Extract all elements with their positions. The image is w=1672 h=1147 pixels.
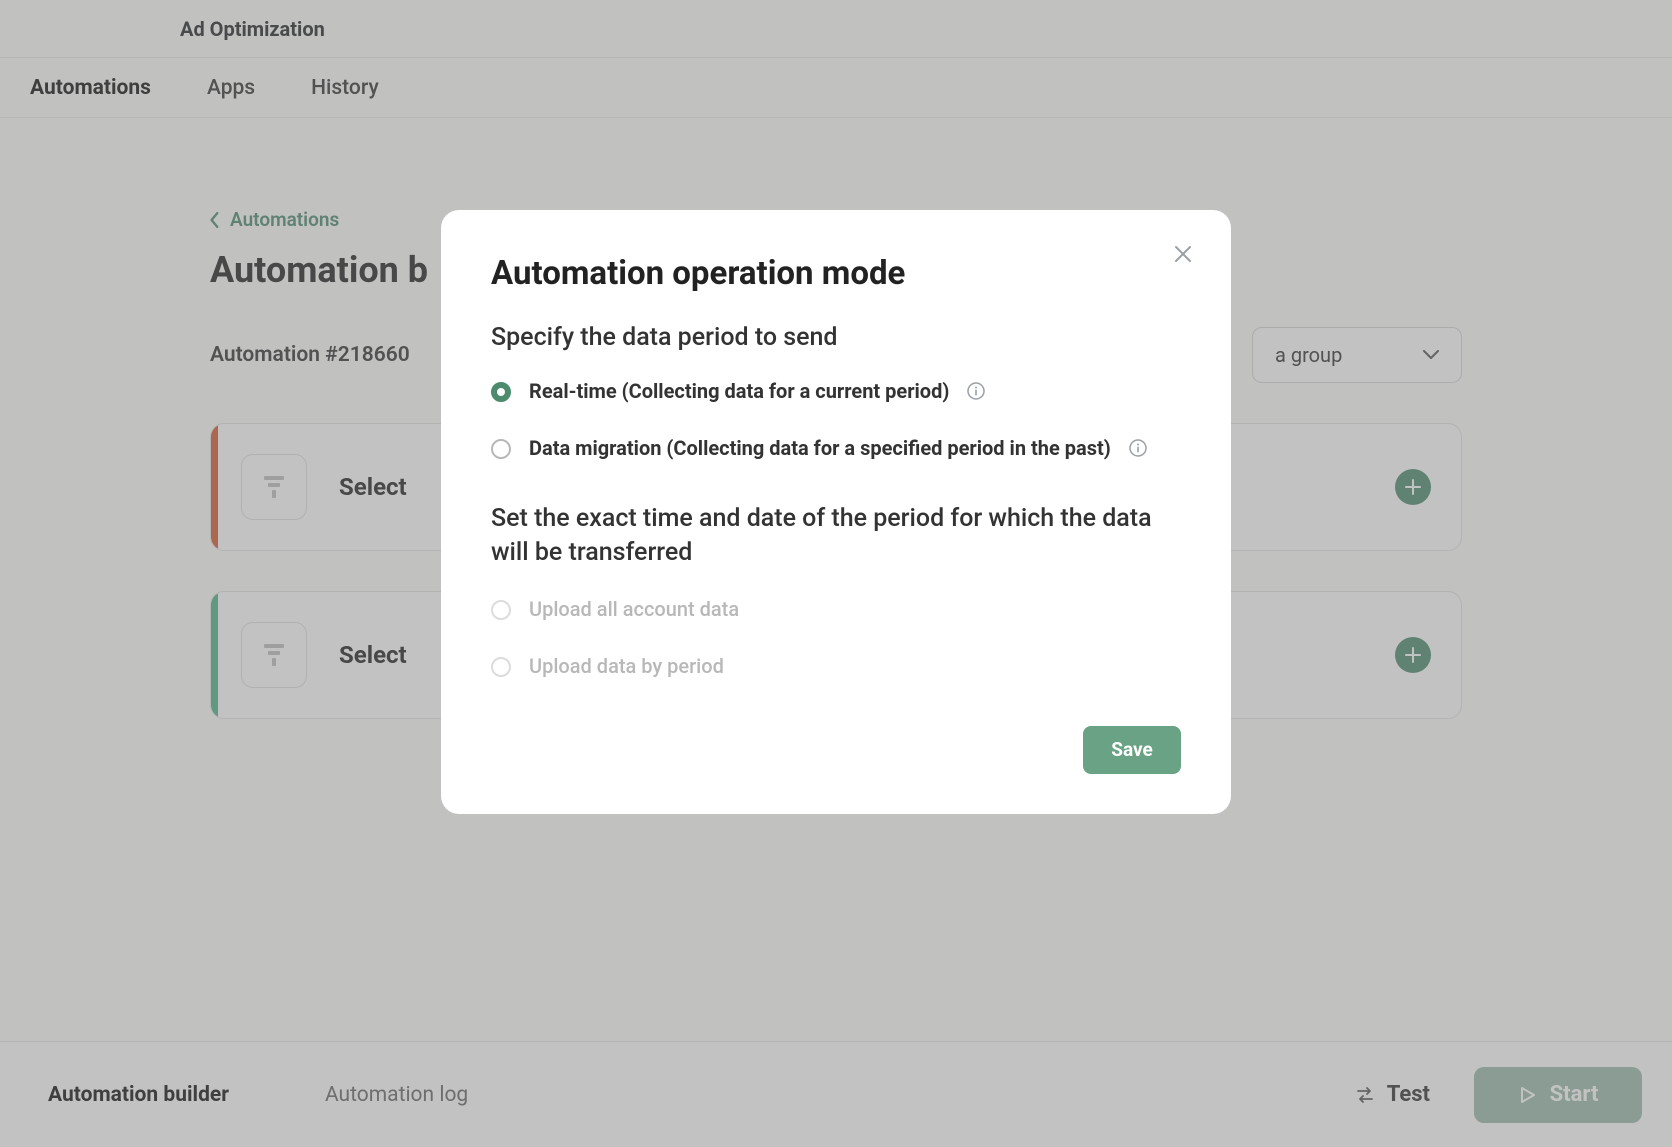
radio-realtime[interactable]: Real-time (Collecting data for a current… [491, 378, 1181, 405]
modal-section-1: Specify the data period to send [491, 323, 1181, 352]
radio-label: Data migration (Collecting data for a sp… [529, 435, 1111, 462]
modal-title: Automation operation mode [491, 254, 1181, 293]
radio-label: Upload data by period [529, 653, 724, 680]
info-icon[interactable] [967, 382, 985, 400]
modal-overlay[interactable]: Automation operation mode Specify the da… [0, 0, 1672, 1147]
radio-upload-all: Upload all account data [491, 596, 1181, 623]
operation-mode-modal: Automation operation mode Specify the da… [441, 210, 1231, 814]
save-button[interactable]: Save [1083, 726, 1181, 774]
close-icon [1173, 244, 1193, 264]
modal-section-2: Set the exact time and date of the perio… [491, 502, 1181, 570]
radio-label: Real-time (Collecting data for a current… [529, 378, 949, 405]
radio-migration[interactable]: Data migration (Collecting data for a sp… [491, 435, 1181, 462]
radio-input [491, 657, 511, 677]
close-button[interactable] [1173, 244, 1193, 268]
modal-actions: Save [491, 726, 1181, 774]
radio-upload-period: Upload data by period [491, 653, 1181, 680]
radio-label: Upload all account data [529, 596, 739, 623]
radio-input[interactable] [491, 439, 511, 459]
info-icon[interactable] [1129, 439, 1147, 457]
radio-input[interactable] [491, 382, 511, 402]
save-button-label: Save [1111, 738, 1153, 761]
radio-input [491, 600, 511, 620]
